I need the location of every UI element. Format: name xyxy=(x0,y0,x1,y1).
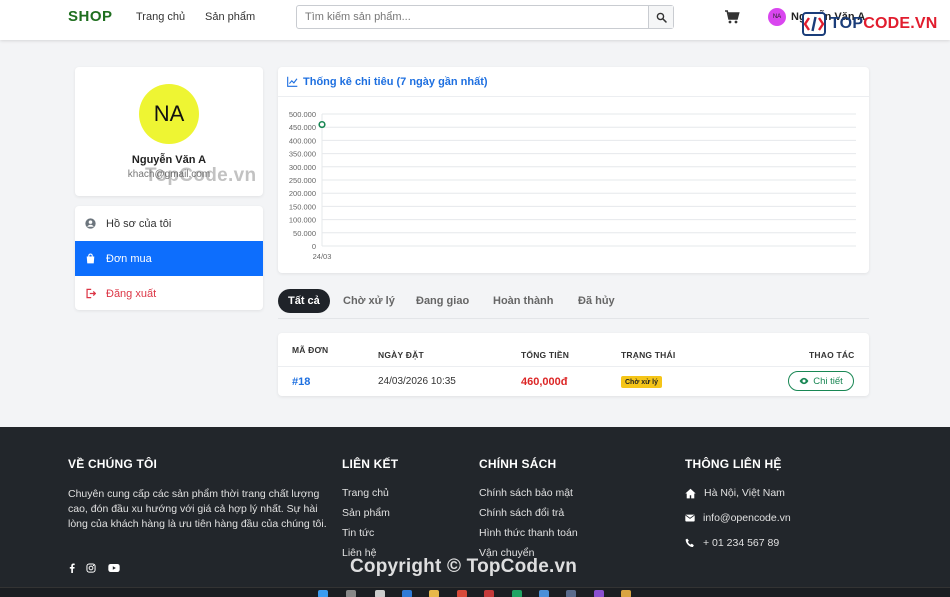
tab-completed[interactable]: Hoàn thành xyxy=(483,289,564,313)
y-tick-label: 450.000 xyxy=(289,123,316,132)
status-badge: Chờ xử lý xyxy=(621,376,662,388)
y-tick-label: 350.000 xyxy=(289,150,316,159)
spending-line-chart: 0 50.000 100.000 150.000 200.000 250.000 300.0… xyxy=(289,110,856,261)
copyright-text: Copyright © TopCode.vn xyxy=(350,556,578,577)
y-tick-label: 500.000 xyxy=(289,110,316,119)
order-total: 460,000đ xyxy=(521,376,568,388)
header-divider xyxy=(278,366,869,367)
footer-link-products[interactable]: Sản phẩm xyxy=(342,507,390,519)
calculator-icon[interactable] xyxy=(539,590,549,597)
order-date: 24/03/2026 10:35 xyxy=(378,376,456,387)
topcode-logo-icon xyxy=(802,12,826,36)
order-detail-button[interactable]: Chi tiết xyxy=(788,371,854,391)
envelope-icon xyxy=(685,514,695,522)
footer-email: info@opencode.vn xyxy=(685,512,791,524)
account-side-menu: Hồ sơ của tôi Đơn mua Đăng xuất xyxy=(75,206,263,310)
tabs-divider xyxy=(278,318,869,319)
y-tick-label: 300.000 xyxy=(289,163,316,172)
footer-about-text: Chuyên cung cấp các sản phẩm thời trang … xyxy=(68,488,327,530)
tab-all[interactable]: Tất cả xyxy=(278,289,330,313)
tab-shipping[interactable]: Đang giao xyxy=(406,289,479,313)
footer-link-payment[interactable]: Hình thức thanh toán xyxy=(479,527,578,539)
shop-logo[interactable]: SHOP xyxy=(68,8,113,25)
nav-home-link[interactable]: Trang chủ xyxy=(136,11,185,23)
footer-link-returns[interactable]: Chính sách đổi trả xyxy=(479,507,564,519)
taskbar-app-icon[interactable] xyxy=(594,590,604,597)
detail-button-label: Chi tiết xyxy=(813,375,843,387)
taskbar-app-icon[interactable] xyxy=(621,590,631,597)
file-explorer-icon[interactable] xyxy=(429,590,439,597)
vscode-icon[interactable] xyxy=(402,590,412,597)
nav-products-link[interactable]: Sản phẩm xyxy=(205,11,255,23)
column-header-action: THAO TÁC xyxy=(809,350,855,360)
search-bar xyxy=(296,5,674,29)
shopping-bag-icon xyxy=(86,253,95,264)
footer-address: Hà Nội, Việt Nam xyxy=(685,487,785,499)
menu-item-label: Hồ sơ của tôi xyxy=(106,217,172,230)
search-icon xyxy=(656,12,667,23)
search-button[interactable] xyxy=(648,6,673,28)
task-view-icon[interactable] xyxy=(375,590,385,597)
site-footer: VỀ CHÚNG TÔI Chuyên cung cấp các sản phẩ… xyxy=(0,427,950,587)
x-tick-label: 24/03 xyxy=(313,252,332,261)
search-input[interactable] xyxy=(297,6,649,28)
user-circle-icon xyxy=(85,218,96,229)
line-chart-icon xyxy=(287,76,298,87)
footer-link-home[interactable]: Trang chủ xyxy=(342,487,389,499)
orders-table: MÃ ĐƠN NGÀY ĐẶT TỔNG TIỀN TRẠNG THÁI THA… xyxy=(278,333,869,396)
tab-pending[interactable]: Chờ xử lý xyxy=(333,289,405,313)
y-tick-label: 0 xyxy=(312,242,316,251)
watermark: TopCode.vn xyxy=(145,165,257,186)
phone-icon xyxy=(685,538,694,548)
y-tick-label: 400.000 xyxy=(289,136,316,145)
logout-icon xyxy=(86,288,96,299)
data-point xyxy=(318,120,326,129)
y-tick-label: 150.000 xyxy=(289,202,316,211)
chart-header: Thống kê chi tiêu (7 ngày gần nhất) xyxy=(278,67,869,97)
menu-item-label: Đơn mua xyxy=(106,252,152,265)
menu-item-label: Đăng xuất xyxy=(106,287,157,300)
user-avatar[interactable]: NA xyxy=(768,8,786,26)
footer-link-news[interactable]: Tin tức xyxy=(342,527,374,539)
facebook-icon[interactable] xyxy=(67,563,77,573)
footer-policy-title: CHÍNH SÁCH xyxy=(479,457,557,471)
menu-item-orders[interactable]: Đơn mua xyxy=(75,241,263,276)
top-navbar: SHOP Trang chủ Sản phẩm NA Nguyễn Văn A … xyxy=(0,0,950,40)
edge-icon[interactable] xyxy=(512,590,522,597)
os-taskbar xyxy=(0,587,950,597)
spending-chart-card: Thống kê chi tiêu (7 ngày gần nhất) 0 50.… xyxy=(278,67,869,273)
column-header-date: NGÀY ĐẶT xyxy=(378,350,424,360)
footer-link-privacy[interactable]: Chính sách bảo mật xyxy=(479,487,573,499)
cart-icon[interactable] xyxy=(724,9,740,25)
footer-contact-title: THÔNG LIÊN HỆ xyxy=(685,457,782,471)
column-header-status: TRẠNG THÁI xyxy=(621,350,676,360)
topcode-brand-badge: TOPCODE.VN xyxy=(800,9,950,39)
tab-cancelled[interactable]: Đã hủy xyxy=(568,289,625,313)
taskbar-app-icon[interactable] xyxy=(457,590,467,597)
footer-links-title: LIÊN KẾT xyxy=(342,457,399,471)
y-tick-label: 200.000 xyxy=(289,189,316,198)
y-tick-label: 100.000 xyxy=(289,216,316,225)
y-tick-label: 50.000 xyxy=(293,229,316,238)
windows-start-icon[interactable] xyxy=(318,590,328,597)
footer-about-title: VỀ CHÚNG TÔI xyxy=(68,457,158,471)
eye-icon xyxy=(799,377,809,385)
column-header-id: MÃ ĐƠN xyxy=(292,345,329,355)
taskbar-app-icon[interactable] xyxy=(566,590,576,597)
home-icon xyxy=(685,488,696,498)
topcode-brand-text: TOPCODE.VN xyxy=(830,15,938,32)
menu-item-logout[interactable]: Đăng xuất xyxy=(75,276,263,310)
profile-avatar: NA xyxy=(139,84,199,144)
menu-item-profile[interactable]: Hồ sơ của tôi xyxy=(75,206,263,241)
y-tick-label: 250.000 xyxy=(289,176,316,185)
column-header-total: TỔNG TIỀN xyxy=(521,350,570,360)
browser-icon[interactable] xyxy=(484,590,494,597)
chart-title: Thống kê chi tiêu (7 ngày gần nhất) xyxy=(303,75,488,88)
taskbar-search-icon[interactable] xyxy=(346,590,356,597)
youtube-icon[interactable] xyxy=(108,563,120,573)
order-id-link[interactable]: #18 xyxy=(292,376,310,388)
instagram-icon[interactable] xyxy=(86,563,96,573)
footer-phone: + 01 234 567 89 xyxy=(685,537,779,549)
